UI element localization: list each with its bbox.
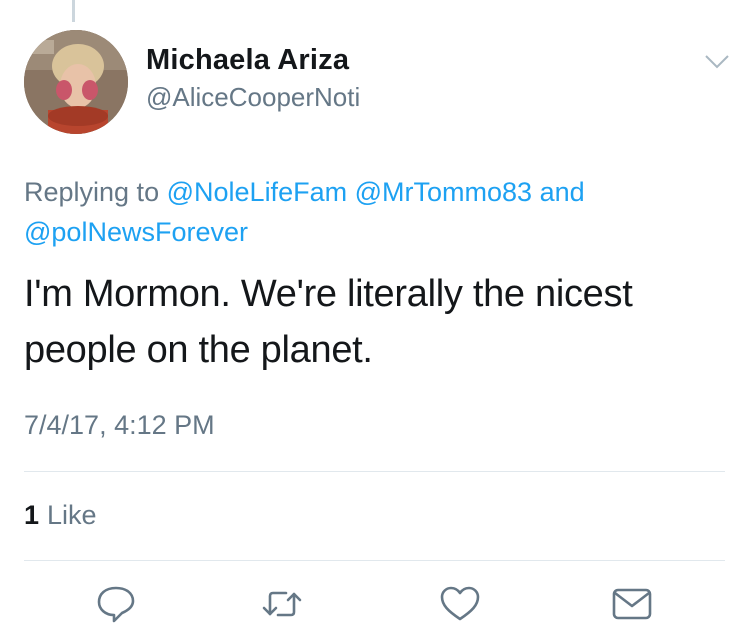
thread-connector-line	[72, 0, 75, 22]
reply-icon[interactable]	[94, 584, 138, 624]
replying-to-label: Replying to	[24, 177, 160, 207]
avatar-photo	[24, 30, 128, 134]
tweet-text: I'm Mormon. We're literally the nicest p…	[24, 273, 633, 371]
chevron-down-icon[interactable]	[702, 52, 732, 72]
like-icon[interactable]	[438, 584, 482, 624]
tweet-timestamp: 7/4/17, 4:12 PM	[24, 410, 215, 440]
replying-to-line: Replying to @NoleLifeFam @MrTommo83 and …	[24, 172, 724, 252]
mention-link[interactable]: @NoleLifeFam	[167, 177, 347, 207]
retweet-icon[interactable]	[260, 584, 304, 624]
divider	[24, 560, 725, 561]
user-handle[interactable]: @AliceCooperNoti	[146, 82, 360, 113]
avatar[interactable]	[24, 30, 128, 134]
display-name[interactable]: Michaela Ariza	[146, 44, 349, 77]
mention-link[interactable]: @MrTommo83	[355, 177, 532, 207]
message-icon[interactable]	[610, 584, 654, 624]
mention-conjunction[interactable]: and	[540, 177, 585, 207]
mention-link[interactable]: @polNewsForever	[24, 217, 248, 247]
likes-count[interactable]: 1 Like	[24, 500, 97, 531]
divider	[24, 471, 725, 472]
like-count-label: Like	[47, 500, 97, 530]
like-count-value: 1	[24, 500, 40, 530]
